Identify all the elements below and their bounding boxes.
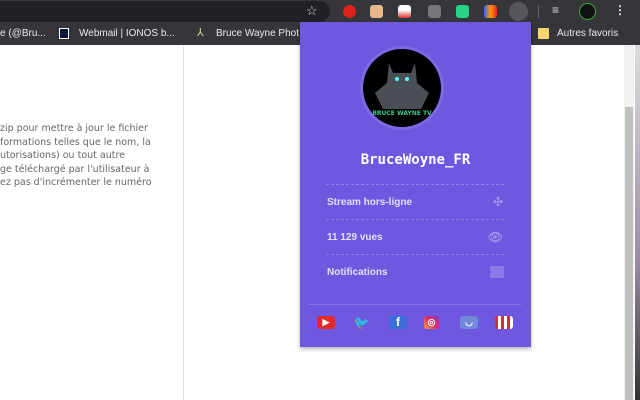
ionos-icon xyxy=(59,28,69,39)
divider xyxy=(326,219,504,220)
text-line: zip pour mettre à jour le fichier xyxy=(0,123,148,134)
bookmark-item[interactable]: Webmail | IONOS b... xyxy=(79,28,175,39)
folder-icon xyxy=(538,28,549,39)
gamepad-icon: ✣ xyxy=(492,195,503,209)
other-bookmarks[interactable]: Autres favoris xyxy=(557,28,618,39)
youtube-icon[interactable]: ▶ xyxy=(317,316,335,329)
notifications-row: Notifications xyxy=(327,266,505,278)
facebook-icon[interactable]: f xyxy=(389,316,407,329)
bookmark-icon: ⅄ xyxy=(197,27,204,39)
scrollbar-thumb[interactable] xyxy=(625,107,633,400)
text-line: ez pas d'incrémenter le numéro xyxy=(0,177,152,188)
browser-toolbar: ☆ ≡ ⋮ xyxy=(0,0,640,23)
extension-icon[interactable] xyxy=(456,5,469,18)
notifications-label: Notifications xyxy=(327,267,388,278)
divider xyxy=(538,5,539,18)
bookmark-item[interactable]: Bruce Wayne Phot xyxy=(216,28,299,39)
text-line: formations telles que le nom, la xyxy=(0,136,151,148)
stream-status: Stream hors-ligne xyxy=(327,197,413,208)
divider xyxy=(326,254,504,255)
extension-icon[interactable] xyxy=(398,5,411,18)
bookmark-star-icon[interactable]: ☆ xyxy=(306,3,318,19)
view-count: 11 129 vues xyxy=(327,232,383,243)
twitch-extension-icon[interactable] xyxy=(509,2,528,21)
menu-icon[interactable]: ⋮ xyxy=(614,3,626,17)
adblock-extension-icon[interactable] xyxy=(343,5,356,18)
svg-text:BRUCE WAYNE TV: BRUCE WAYNE TV xyxy=(372,110,432,117)
views-row: 11 129 vues 👁 xyxy=(327,230,505,244)
page-content: zip pour mettre à jour le fichier format… xyxy=(0,122,152,190)
media-icon[interactable]: ≡ xyxy=(552,3,559,17)
notifications-checkbox[interactable] xyxy=(490,266,504,278)
address-bar[interactable] xyxy=(0,1,330,22)
extension-popup: BRUCE WAYNE TV BruceWoyne_FR Stream hors… xyxy=(300,22,531,347)
twitter-icon[interactable]: 🐦 xyxy=(353,316,371,329)
extension-icon[interactable] xyxy=(370,5,383,18)
extension-icon[interactable] xyxy=(484,5,497,18)
channel-avatar: BRUCE WAYNE TV xyxy=(360,46,444,130)
channel-username: BruceWoyne_FR xyxy=(360,152,471,168)
stream-status-row: Stream hors-ligne ✣ xyxy=(327,195,505,209)
profile-avatar[interactable] xyxy=(579,3,596,20)
shop-icon[interactable] xyxy=(495,316,513,329)
bookmark-item[interactable]: e (@Bru... xyxy=(0,28,46,39)
extension-icon[interactable] xyxy=(428,5,441,18)
divider xyxy=(183,45,184,400)
divider xyxy=(326,184,504,185)
text-line: utorisations) ou tout autre xyxy=(0,150,126,161)
divider xyxy=(309,304,521,305)
text-line: ge téléchargé par l'utilisateur à xyxy=(0,163,150,175)
background-image xyxy=(635,45,640,400)
discord-icon[interactable]: ◡ xyxy=(460,316,478,329)
eye-icon: 👁 xyxy=(487,230,503,244)
instagram-icon[interactable]: ◎ xyxy=(424,316,439,329)
